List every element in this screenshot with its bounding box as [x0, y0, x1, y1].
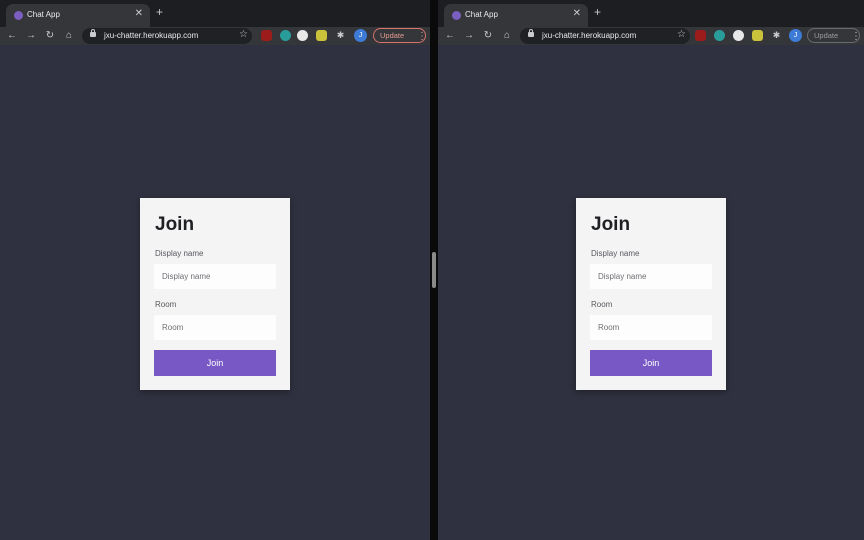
- forward-arrow-icon[interactable]: →: [461, 28, 477, 44]
- tab-strip: Chat App ✕ +: [0, 0, 430, 27]
- update-label: Update: [814, 31, 839, 40]
- tab-title: Chat App: [27, 10, 60, 19]
- forward-arrow-icon[interactable]: →: [23, 28, 39, 44]
- reload-icon[interactable]: ↻: [480, 28, 496, 44]
- browser-window-left: Chat App ✕ + ← → ↻ ⌂ jxu-chatter.herokua…: [0, 0, 430, 540]
- menu-kebab-icon[interactable]: ⋮: [851, 29, 861, 45]
- lock-icon: [528, 29, 534, 37]
- reload-icon[interactable]: ↻: [42, 28, 58, 44]
- update-button[interactable]: Update ⋮: [373, 28, 427, 45]
- address-bar[interactable]: jxu-chatter.herokuapp.com ☆: [520, 28, 690, 44]
- join-card: Join Display name Room Join: [140, 198, 290, 390]
- tab-chat-app[interactable]: Chat App ✕: [444, 4, 588, 27]
- new-tab-icon[interactable]: +: [156, 6, 163, 18]
- close-tab-icon[interactable]: ✕: [573, 8, 581, 19]
- join-button[interactable]: Join: [590, 350, 712, 376]
- extension-dark-icon[interactable]: [297, 30, 308, 41]
- card-title: Join: [155, 214, 195, 235]
- extension-teal-icon[interactable]: [280, 30, 291, 41]
- browser-toolbar: ← → ↻ ⌂ jxu-chatter.herokuapp.com ☆ ✱ J …: [0, 27, 430, 45]
- puzzle-icon[interactable]: ✱: [771, 30, 782, 41]
- room-label: Room: [591, 300, 613, 309]
- address-bar[interactable]: jxu-chatter.herokuapp.com ☆: [82, 28, 252, 44]
- display-name-label: Display name: [155, 249, 204, 258]
- tab-strip: Chat App ✕ +: [438, 0, 864, 27]
- display-name-label: Display name: [591, 249, 640, 258]
- ublock-icon[interactable]: [695, 30, 706, 41]
- url-text[interactable]: jxu-chatter.herokuapp.com: [542, 31, 636, 40]
- menu-kebab-icon[interactable]: ⋮: [417, 29, 427, 45]
- new-tab-icon[interactable]: +: [594, 6, 601, 18]
- update-label: Update: [380, 31, 405, 40]
- browser-window-right: Chat App ✕ + ← → ↻ ⌂ jxu-chatter.herokua…: [438, 0, 864, 540]
- split-resize-handle[interactable]: [432, 252, 436, 288]
- tab-title: Chat App: [465, 10, 498, 19]
- room-input[interactable]: [154, 315, 276, 340]
- display-name-input[interactable]: [154, 264, 276, 289]
- join-card: Join Display name Room Join: [576, 198, 726, 390]
- room-input[interactable]: [590, 315, 712, 340]
- join-button[interactable]: Join: [154, 350, 276, 376]
- favicon-icon: [14, 11, 23, 20]
- bookmark-star-icon[interactable]: ☆: [677, 29, 686, 40]
- home-icon[interactable]: ⌂: [499, 28, 515, 44]
- browser-toolbar: ← → ↻ ⌂ jxu-chatter.herokuapp.com ☆ ✱ J …: [438, 27, 864, 45]
- close-tab-icon[interactable]: ✕: [135, 8, 143, 19]
- extension-yellow-icon[interactable]: [316, 30, 327, 41]
- display-name-input[interactable]: [590, 264, 712, 289]
- room-label: Room: [155, 300, 177, 309]
- home-icon[interactable]: ⌂: [61, 28, 77, 44]
- bookmark-star-icon[interactable]: ☆: [239, 29, 248, 40]
- back-arrow-icon[interactable]: ←: [442, 28, 458, 44]
- favicon-icon: [452, 11, 461, 20]
- update-button[interactable]: Update ⋮: [807, 28, 861, 45]
- extension-dark-icon[interactable]: [733, 30, 744, 41]
- profile-avatar[interactable]: J: [354, 29, 367, 42]
- url-text[interactable]: jxu-chatter.herokuapp.com: [104, 31, 198, 40]
- puzzle-icon[interactable]: ✱: [335, 30, 346, 41]
- extension-teal-icon[interactable]: [714, 30, 725, 41]
- extension-yellow-icon[interactable]: [752, 30, 763, 41]
- profile-avatar[interactable]: J: [789, 29, 802, 42]
- lock-icon: [90, 29, 96, 37]
- back-arrow-icon[interactable]: ←: [4, 28, 20, 44]
- card-title: Join: [591, 214, 631, 235]
- ublock-icon[interactable]: [261, 30, 272, 41]
- tab-chat-app[interactable]: Chat App ✕: [6, 4, 150, 27]
